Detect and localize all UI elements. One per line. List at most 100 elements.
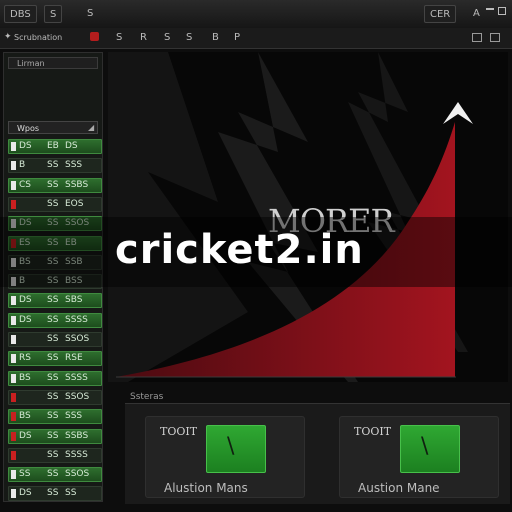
tool-4[interactable]: S bbox=[186, 30, 192, 46]
row-cell: SS bbox=[47, 391, 59, 402]
bottom-panel: TOOIT \ Alustion Mans TOOIT \ Austion Ma… bbox=[125, 403, 510, 504]
row-cell: SS bbox=[47, 372, 59, 383]
red-marker-icon bbox=[11, 199, 16, 209]
list-item[interactable]: RS SS RSE bbox=[8, 351, 102, 367]
list-item[interactable]: SS SS SSOS bbox=[8, 467, 102, 483]
tool-5[interactable]: B bbox=[212, 30, 219, 46]
top-button-cer[interactable]: CER bbox=[424, 5, 457, 23]
list-item[interactable]: BS SS SSS bbox=[8, 409, 102, 425]
watermark-text: cricket2.in bbox=[115, 227, 364, 273]
row-cell: SS bbox=[47, 314, 59, 325]
row-cell: EB bbox=[47, 141, 59, 151]
row-cell: SSSS bbox=[65, 449, 88, 460]
row-cell: DS bbox=[19, 295, 32, 306]
row-cell: RSE bbox=[65, 353, 83, 364]
settings-icon[interactable] bbox=[490, 33, 500, 42]
row-cell: SS bbox=[47, 430, 59, 441]
slash-icon: \ bbox=[227, 434, 235, 459]
action-card-2: TOOIT \ Austion Mane bbox=[339, 416, 499, 498]
row-cell: SSOS bbox=[65, 469, 90, 480]
tool-3[interactable]: S bbox=[164, 30, 170, 46]
list-item[interactable]: DS SS SSSS bbox=[8, 312, 102, 328]
row-cell: SS bbox=[47, 411, 59, 422]
card-title: TOOIT bbox=[354, 425, 392, 438]
row-cell: SSBS bbox=[65, 179, 89, 190]
toolbar: ✦ Scrubnation S R S S B P bbox=[0, 28, 512, 49]
white-marker-icon bbox=[11, 354, 16, 364]
white-marker-icon bbox=[11, 470, 16, 480]
minimize-icon[interactable] bbox=[486, 8, 494, 10]
row-cell: SS bbox=[47, 295, 59, 306]
list-item[interactable]: SS EOS bbox=[8, 196, 102, 212]
top-text-a[interactable]: A bbox=[468, 5, 485, 23]
row-cell: SS bbox=[19, 469, 31, 480]
white-marker-icon bbox=[11, 296, 16, 306]
row-cell: SS bbox=[47, 353, 59, 364]
maximize-icon[interactable] bbox=[498, 7, 506, 15]
row-cell: EOS bbox=[65, 198, 84, 209]
row-cell: SSOS bbox=[65, 391, 90, 402]
record-icon[interactable] bbox=[90, 32, 99, 41]
row-cell: BS bbox=[19, 411, 31, 422]
row-cell: SS bbox=[65, 488, 77, 499]
sidebar-header: Lirman bbox=[8, 57, 98, 69]
list-item[interactable]: SS SSSS bbox=[8, 447, 102, 463]
row-cell: SS bbox=[47, 469, 59, 480]
menu-icon[interactable]: ✦ bbox=[4, 32, 12, 42]
row-cell: SBS bbox=[65, 295, 83, 306]
row-cell: SS bbox=[47, 449, 59, 460]
list-item[interactable]: DS SS SS bbox=[8, 486, 102, 501]
white-marker-icon bbox=[11, 161, 16, 171]
row-cell: SS bbox=[47, 334, 59, 344]
list-item[interactable]: B SS SSS bbox=[8, 158, 102, 174]
list-item[interactable]: DS SS SSBS bbox=[8, 428, 102, 444]
action-button-1[interactable]: \ bbox=[206, 425, 266, 473]
bottom-panel-label: Ssteras bbox=[130, 392, 164, 402]
card-caption: Alustion Mans bbox=[164, 481, 248, 495]
row-cell: SSS bbox=[65, 411, 83, 422]
window-icon[interactable] bbox=[472, 33, 482, 42]
chevron-down-icon[interactable]: ◢ bbox=[88, 123, 94, 132]
list-item[interactable]: BS SS SSSS bbox=[8, 370, 102, 386]
top-bar: DBS S S CER A bbox=[0, 0, 512, 29]
tool-1[interactable]: S bbox=[116, 30, 122, 46]
row-cell: SSS bbox=[65, 160, 83, 171]
action-button-2[interactable]: \ bbox=[400, 425, 460, 473]
row-cell: SSBS bbox=[65, 430, 89, 441]
list-item[interactable]: SS SSOS bbox=[8, 389, 102, 405]
watermark-band: cricket2.in bbox=[0, 217, 512, 287]
white-marker-icon bbox=[11, 180, 16, 190]
tool-6[interactable]: P bbox=[234, 30, 240, 46]
row-cell: CS bbox=[19, 179, 31, 190]
row-cell: SSSS bbox=[65, 314, 88, 325]
red-marker-icon bbox=[11, 431, 16, 441]
list-item[interactable]: DS SS SBS bbox=[8, 293, 102, 309]
list-item[interactable]: DS EB DS bbox=[8, 139, 102, 154]
row-cell: BS bbox=[19, 372, 31, 383]
list-item[interactable]: CS SS SSBS bbox=[8, 177, 102, 193]
tool-2[interactable]: R bbox=[140, 30, 147, 46]
top-button-s[interactable]: S bbox=[44, 5, 63, 23]
row-cell: B bbox=[19, 160, 26, 171]
row-cell: SS bbox=[47, 179, 59, 190]
row-cell: SS bbox=[47, 160, 59, 171]
sidebar-search[interactable]: Wpos bbox=[8, 121, 98, 134]
white-marker-icon bbox=[11, 373, 16, 383]
row-cell: SSSS bbox=[65, 372, 88, 383]
white-marker-icon bbox=[11, 489, 16, 499]
row-cell: RS bbox=[19, 353, 31, 364]
arrow-up-icon bbox=[443, 102, 473, 124]
action-card-1: TOOIT \ Alustion Mans bbox=[145, 416, 305, 498]
red-marker-icon bbox=[11, 412, 16, 422]
row-cell: DS bbox=[65, 141, 78, 151]
white-marker-icon bbox=[11, 335, 16, 344]
toolbar-title: Scrubnation bbox=[14, 33, 63, 42]
list-item[interactable]: SS SSOS bbox=[8, 332, 102, 347]
top-button-s2[interactable]: S bbox=[82, 5, 98, 23]
row-cell: SS bbox=[47, 198, 59, 209]
row-cell: DS bbox=[19, 314, 32, 325]
slash-icon: \ bbox=[421, 434, 429, 459]
top-button-dbs[interactable]: DBS bbox=[4, 5, 37, 23]
red-marker-icon bbox=[11, 392, 16, 402]
white-marker-icon bbox=[11, 315, 16, 325]
